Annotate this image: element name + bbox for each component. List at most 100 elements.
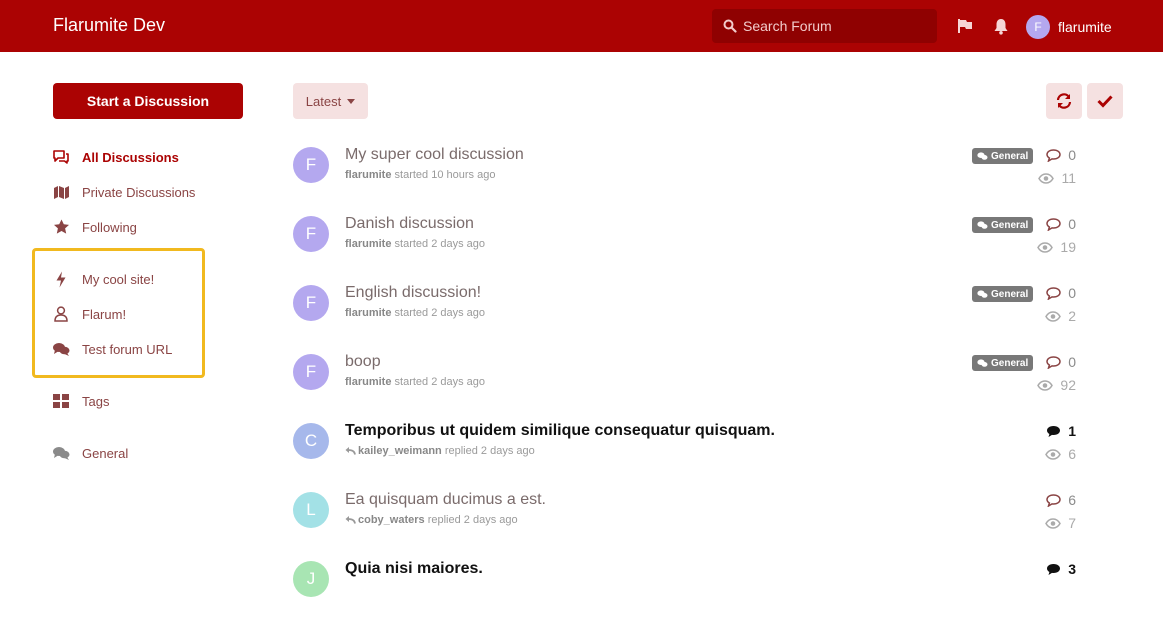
discussion-title[interactable]: My super cool discussion bbox=[345, 146, 524, 164]
sidebar-item-following[interactable]: Following bbox=[52, 216, 137, 238]
reply-icon bbox=[345, 516, 356, 524]
discussion-item[interactable]: F English discussion! flarumite started 2 … bbox=[293, 284, 1083, 345]
eye-icon bbox=[1045, 517, 1062, 529]
comment-icon bbox=[1046, 493, 1061, 507]
author-name[interactable]: flarumite bbox=[345, 376, 391, 388]
sort-dropdown[interactable]: Latest bbox=[293, 83, 368, 119]
tag-badge[interactable]: General bbox=[972, 148, 1034, 164]
discussion-title[interactable]: Temporibus ut quidem similique consequat… bbox=[345, 422, 775, 440]
reply-count: 3 bbox=[1046, 561, 1076, 577]
sidebar-item-private-discussions[interactable]: Private Discussions bbox=[52, 181, 195, 203]
discussion-time: replied 2 days ago bbox=[427, 514, 518, 526]
eye-icon bbox=[1045, 448, 1062, 460]
tag-badge[interactable]: General bbox=[972, 355, 1034, 371]
star-icon bbox=[52, 219, 70, 235]
reply-count: 1 bbox=[1046, 423, 1076, 439]
discussion-meta: kailey_weimann replied 2 days ago bbox=[345, 445, 535, 457]
reply-count: 0 bbox=[1046, 285, 1076, 301]
flag-icon[interactable] bbox=[957, 18, 973, 39]
refresh-button[interactable] bbox=[1046, 83, 1082, 119]
mark-all-read-button[interactable] bbox=[1087, 83, 1123, 119]
eye-icon bbox=[1037, 241, 1054, 253]
view-count: 7 bbox=[1045, 515, 1076, 531]
discussion-time: started 2 days ago bbox=[394, 238, 486, 250]
discussion-item[interactable]: L Ea quisquam ducimus a est. coby_waters r… bbox=[293, 491, 1083, 552]
chat-icon bbox=[52, 446, 70, 461]
discussion-title[interactable]: Ea quisquam ducimus a est. bbox=[345, 491, 546, 509]
comments-icon bbox=[52, 149, 70, 165]
forum-title[interactable]: Flarumite Dev bbox=[53, 15, 165, 36]
avatar[interactable]: L bbox=[293, 492, 329, 528]
discussion-title[interactable]: Quia nisi maiores. bbox=[345, 560, 483, 578]
sidebar-item-flarum[interactable]: Flarum! bbox=[52, 303, 126, 325]
view-count: 11 bbox=[1038, 170, 1076, 186]
app-header: Flarumite Dev F flarumite bbox=[0, 0, 1163, 52]
check-icon bbox=[1097, 95, 1113, 108]
discussion-title[interactable]: English discussion! bbox=[345, 284, 481, 302]
avatar[interactable]: F bbox=[293, 354, 329, 390]
reply-icon bbox=[345, 447, 356, 455]
author-name[interactable]: flarumite bbox=[345, 238, 391, 250]
refresh-icon bbox=[1056, 93, 1072, 109]
reply-count: 6 bbox=[1046, 492, 1076, 508]
comment-icon bbox=[1047, 563, 1061, 575]
avatar[interactable]: C bbox=[293, 423, 329, 459]
caret-down-icon bbox=[347, 98, 356, 104]
discussion-title[interactable]: Danish discussion bbox=[345, 215, 474, 233]
user-menu[interactable]: F flarumite bbox=[1026, 15, 1112, 39]
view-count: 92 bbox=[1037, 377, 1076, 393]
search-input[interactable] bbox=[743, 9, 933, 43]
sidebar-item-general[interactable]: General bbox=[52, 442, 128, 464]
avatar: F bbox=[1026, 15, 1050, 39]
reply-count: 0 bbox=[1046, 216, 1076, 232]
author-name[interactable]: flarumite bbox=[345, 169, 391, 181]
avatar[interactable]: J bbox=[293, 561, 329, 597]
comment-icon bbox=[1046, 355, 1061, 369]
discussion-time: started 2 days ago bbox=[394, 307, 486, 319]
view-count: 6 bbox=[1045, 446, 1076, 462]
discussion-time: started 2 days ago bbox=[394, 376, 486, 388]
eye-icon bbox=[1037, 379, 1054, 391]
discussion-time: replied 2 days ago bbox=[444, 445, 535, 457]
eye-icon bbox=[1038, 172, 1055, 184]
start-discussion-button[interactable]: Start a Discussion bbox=[53, 83, 243, 119]
avatar[interactable]: F bbox=[293, 216, 329, 252]
bolt-icon bbox=[52, 271, 70, 288]
discussion-title[interactable]: boop bbox=[345, 353, 381, 371]
sidebar-item-tags[interactable]: Tags bbox=[52, 390, 109, 412]
discussion-meta: flarumite started 10 hours ago bbox=[345, 169, 495, 181]
search-box[interactable] bbox=[712, 9, 937, 43]
search-icon bbox=[723, 19, 737, 33]
comment-icon bbox=[1047, 425, 1061, 437]
avatar[interactable]: F bbox=[293, 147, 329, 183]
avatar[interactable]: F bbox=[293, 285, 329, 321]
discussion-item[interactable]: F My super cool discussion flarumite start… bbox=[293, 146, 1083, 207]
author-name[interactable]: coby_waters bbox=[358, 514, 425, 526]
sidebar-item-all-discussions[interactable]: All Discussions bbox=[52, 146, 179, 168]
reply-count: 0 bbox=[1046, 354, 1076, 370]
sidebar-item-my-cool-site[interactable]: My cool site! bbox=[52, 268, 154, 290]
map-icon bbox=[52, 185, 70, 200]
reply-count: 0 bbox=[1046, 147, 1076, 163]
sidebar-item-test-forum-url[interactable]: Test forum URL bbox=[52, 338, 172, 360]
discussion-meta: flarumite started 2 days ago bbox=[345, 238, 485, 250]
comment-icon bbox=[1046, 148, 1061, 162]
bell-icon[interactable] bbox=[993, 18, 1009, 40]
discussion-item[interactable]: F Danish discussion flarumite started 2 da… bbox=[293, 215, 1083, 276]
tag-badge[interactable]: General bbox=[972, 217, 1034, 233]
view-count: 2 bbox=[1045, 308, 1076, 324]
discussion-meta: flarumite started 2 days ago bbox=[345, 307, 485, 319]
discussion-item[interactable]: Fboop flarumite started 2 days ago General… bbox=[293, 353, 1083, 414]
view-count: 19 bbox=[1037, 239, 1076, 255]
tag-badge[interactable]: General bbox=[972, 286, 1034, 302]
grid-icon bbox=[52, 394, 70, 408]
discussion-item[interactable]: J Quia nisi maiores. 3 bbox=[293, 560, 1083, 621]
comment-icon bbox=[1046, 286, 1061, 300]
discussion-meta: flarumite started 2 days ago bbox=[345, 376, 485, 388]
discussion-item[interactable]: C Temporibus ut quidem similique consequa… bbox=[293, 422, 1083, 483]
chat-icon bbox=[52, 342, 70, 357]
author-name[interactable]: kailey_weimann bbox=[358, 445, 442, 457]
comment-icon bbox=[1046, 217, 1061, 231]
discussion-time: started 10 hours ago bbox=[394, 169, 496, 181]
author-name[interactable]: flarumite bbox=[345, 307, 391, 319]
